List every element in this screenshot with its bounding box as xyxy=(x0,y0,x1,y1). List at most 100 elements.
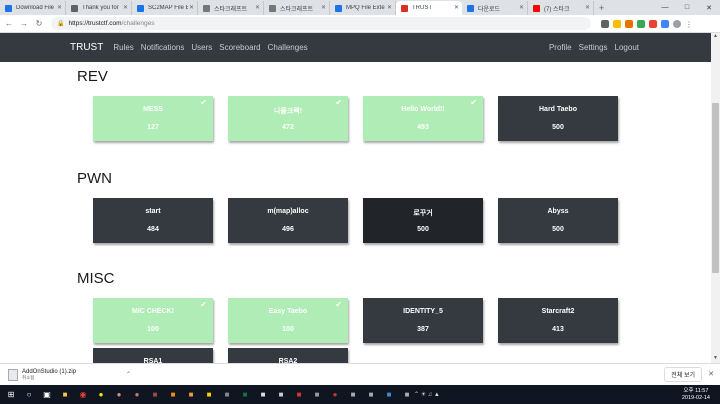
challenge-card[interactable]: IDENTITY_5 387 xyxy=(363,298,483,343)
challenge-card[interactable]: MIC CHECK! 100 ✔ xyxy=(93,298,213,343)
app-icon[interactable]: ■ xyxy=(310,388,324,402)
forward-icon[interactable]: → xyxy=(18,19,30,28)
nav-settings[interactable]: Settings xyxy=(579,43,608,52)
browser-tab[interactable]: TRUST ✕ xyxy=(396,1,462,15)
show-all-downloads-button[interactable]: 전체 보기 xyxy=(664,367,702,382)
challenge-name: Abyss xyxy=(547,208,569,215)
address-bar[interactable]: 🔒 https://trustctf.com/challenges xyxy=(51,17,591,30)
chrome-icon[interactable]: ◉ xyxy=(76,388,90,402)
extension-icon[interactable] xyxy=(625,19,633,28)
challenge-card[interactable]: Hard Taebo 500 xyxy=(498,96,618,141)
app-icon[interactable]: ● xyxy=(112,388,126,402)
windows-taskbar: ⊞ ○ ▣ ■ ◉ ● ● ● ■ ■ ■ ■ ■ ■ ■ ■ ■ ■ ● ■ … xyxy=(0,385,720,404)
category-heading: PWN xyxy=(77,170,112,187)
app-icon[interactable]: ■ xyxy=(274,388,288,402)
nav-rules[interactable]: Rules xyxy=(113,43,133,52)
tab-close-icon[interactable]: ✕ xyxy=(585,4,590,11)
browser-tab[interactable]: MPQ File Exte ✕ xyxy=(330,1,396,15)
challenge-name: Easy Taebo xyxy=(268,308,308,315)
nav-users[interactable]: Users xyxy=(191,43,212,52)
tab-title: 스타크래프트 xyxy=(214,6,248,13)
challenge-card[interactable]: Easy Taebo 100 ✔ xyxy=(228,298,348,343)
challenge-name: Hello World!! xyxy=(401,106,445,113)
challenges-board: REV MESS 127 ✔ 나올크랙! 472 ✔ Hello World!! 493 ✔ Har… xyxy=(0,62,711,363)
challenge-card[interactable]: 로꾸거 500 xyxy=(363,198,483,243)
app-icon[interactable]: ● xyxy=(130,388,144,402)
tab-close-icon[interactable]: ✕ xyxy=(519,4,524,11)
minimize-icon[interactable]: — xyxy=(654,4,676,11)
challenge-card[interactable]: RSA2 xyxy=(228,348,348,363)
nav-profile[interactable]: Profile xyxy=(549,43,572,52)
nav-notifications[interactable]: Notifications xyxy=(141,43,185,52)
profile-avatar[interactable] xyxy=(673,19,681,28)
windows-start-icon[interactable]: ⊞ xyxy=(4,388,18,402)
challenge-card[interactable]: RSA1 xyxy=(93,348,213,363)
new-tab-button[interactable]: + xyxy=(594,1,609,15)
challenge-card[interactable]: Hello World!! 493 ✔ xyxy=(363,96,483,141)
challenge-card[interactable]: Starcraft2 413 xyxy=(498,298,618,343)
tab-close-icon[interactable]: ✕ xyxy=(123,4,128,11)
maximize-icon[interactable]: □ xyxy=(676,4,698,11)
extension-icon[interactable] xyxy=(649,19,657,28)
reload-icon[interactable]: ↻ xyxy=(33,19,45,28)
app-icon[interactable]: ■ xyxy=(184,388,198,402)
scroll-up-icon[interactable]: ▲ xyxy=(711,33,720,41)
tab-close-icon[interactable]: ✕ xyxy=(321,4,326,11)
nav-scoreboard[interactable]: Scoreboard xyxy=(219,43,260,52)
app-icon[interactable]: ■ xyxy=(202,388,216,402)
browser-tab[interactable]: SC2MAP File E ✕ xyxy=(132,1,198,15)
app-icon[interactable]: ● xyxy=(328,388,342,402)
app-icon[interactable]: ■ xyxy=(148,388,162,402)
site-brand[interactable]: TRUST xyxy=(70,42,103,53)
download-item[interactable]: AddOnStudio (1).zip 취소됨 xyxy=(22,369,76,381)
browser-tab[interactable]: 스타크래프트 ✕ xyxy=(198,1,264,15)
close-icon[interactable]: ✕ xyxy=(708,370,714,378)
challenge-name: 로꾸거 xyxy=(413,210,433,217)
tab-close-icon[interactable]: ✕ xyxy=(454,4,459,11)
bookmark-star-icon[interactable] xyxy=(601,19,609,28)
menu-kebab-icon[interactable]: ⋮ xyxy=(685,20,693,29)
challenge-card[interactable]: MESS 127 ✔ xyxy=(93,96,213,141)
search-icon[interactable]: ○ xyxy=(22,388,36,402)
browser-tab[interactable]: Download File ✕ xyxy=(0,1,66,15)
app-icon[interactable]: ■ xyxy=(382,388,396,402)
browser-tab[interactable]: 스타크래프트 ✕ xyxy=(264,1,330,15)
app-icon[interactable]: ■ xyxy=(292,388,306,402)
tab-favicon-icon xyxy=(5,5,12,12)
challenge-card[interactable]: m(map)alloc 496 xyxy=(228,198,348,243)
task-view-icon[interactable]: ▣ xyxy=(40,388,54,402)
chevron-up-icon[interactable]: ⌃ xyxy=(126,371,131,378)
challenge-card[interactable]: Abyss 500 xyxy=(498,198,618,243)
nav-challenges[interactable]: Challenges xyxy=(268,43,308,52)
challenge-card[interactable]: start 484 xyxy=(93,198,213,243)
tab-close-icon[interactable]: ✕ xyxy=(387,4,392,11)
extension-icon[interactable] xyxy=(637,19,645,28)
tab-close-icon[interactable]: ✕ xyxy=(255,4,260,11)
browser-tab[interactable]: Thank you for ✕ xyxy=(66,1,132,15)
kakaotalk-icon[interactable]: ● xyxy=(94,388,108,402)
close-icon[interactable]: ✕ xyxy=(698,4,720,12)
app-icon[interactable]: ■ xyxy=(400,388,414,402)
file-explorer-icon[interactable]: ■ xyxy=(58,388,72,402)
app-icon[interactable]: ■ xyxy=(256,388,270,402)
app-icon[interactable]: ■ xyxy=(166,388,180,402)
back-icon[interactable]: ← xyxy=(3,19,15,28)
tab-close-icon[interactable]: ✕ xyxy=(57,4,62,11)
browser-tab[interactable]: 다운로드 ✕ xyxy=(462,1,528,15)
extension-icon[interactable] xyxy=(613,19,621,28)
browser-tab[interactable]: (7) 스타크 ✕ xyxy=(528,1,594,15)
app-icon[interactable]: ■ xyxy=(364,388,378,402)
nav-logout[interactable]: Logout xyxy=(615,43,639,52)
app-icon[interactable]: ■ xyxy=(346,388,360,402)
excel-icon[interactable]: ■ xyxy=(238,388,252,402)
taskbar-clock[interactable]: 오후 11:57 2019-02-14 xyxy=(682,388,710,402)
app-icon[interactable]: ■ xyxy=(220,388,234,402)
browser-window: Download File ✕ Thank you for ✕ SC2MAP File … xyxy=(0,0,720,404)
challenge-card[interactable]: 나올크랙! 472 ✔ xyxy=(228,96,348,141)
system-tray-icons[interactable]: ⌃ ☀ ♫ ▲ xyxy=(414,391,440,398)
scroll-down-icon[interactable]: ▼ xyxy=(711,355,720,363)
scrollbar-thumb[interactable] xyxy=(712,103,719,273)
page-scrollbar[interactable]: ▲ ▼ xyxy=(711,33,720,363)
tab-close-icon[interactable]: ✕ xyxy=(189,4,194,11)
extension-icon[interactable] xyxy=(661,19,669,28)
